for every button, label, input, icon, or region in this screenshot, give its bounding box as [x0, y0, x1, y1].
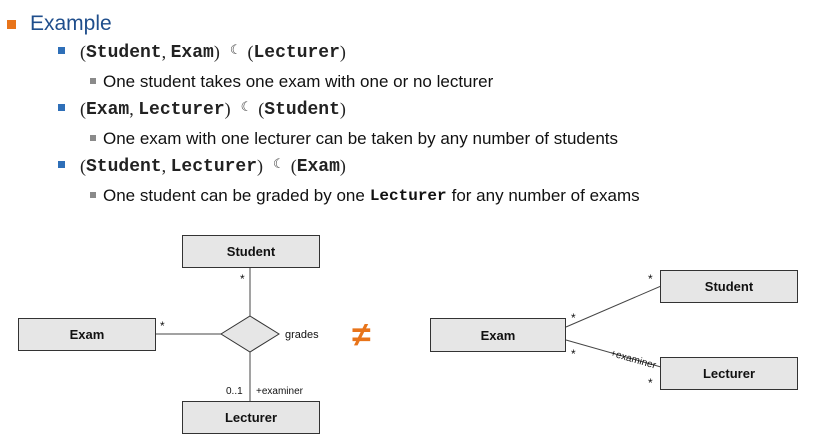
not-equal-icon: ≠: [352, 316, 371, 354]
multiplicity-exam-student: *: [571, 311, 576, 325]
class-lecturer-right: Lecturer: [660, 357, 798, 390]
class-student: Student: [182, 235, 320, 268]
class-exam-right: Exam: [430, 318, 566, 352]
multiplicity-exam: *: [160, 319, 165, 333]
multiplicity-lecturer: 0..1: [226, 386, 243, 397]
class-lecturer: Lecturer: [182, 401, 320, 434]
multiplicity-student: *: [240, 272, 245, 286]
association-label: grades: [285, 329, 319, 341]
class-exam: Exam: [18, 318, 156, 351]
multiplicity-exam-lecturer: *: [571, 347, 576, 361]
multiplicity-lecturer-right: *: [648, 376, 653, 390]
association-diamond: [220, 315, 280, 353]
role-examiner: +examiner: [256, 386, 303, 397]
class-student-right: Student: [660, 270, 798, 303]
multiplicity-student-right: *: [648, 272, 653, 286]
